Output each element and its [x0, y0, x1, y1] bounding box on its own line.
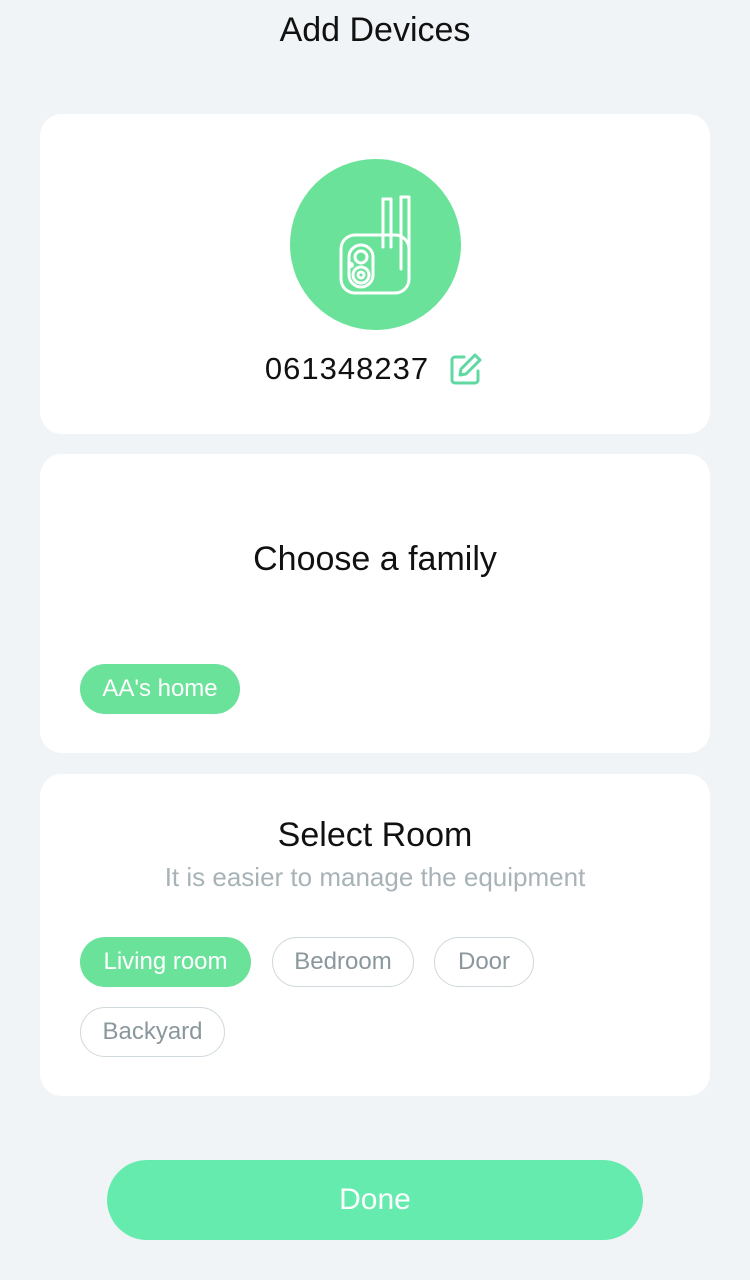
- room-chip-door[interactable]: Door: [434, 937, 534, 987]
- page-title: Add Devices: [279, 11, 471, 49]
- done-button[interactable]: Done: [107, 1160, 643, 1240]
- family-card: Choose a family AA's home: [40, 454, 710, 753]
- room-chip-backyard[interactable]: Backyard: [80, 1007, 225, 1057]
- room-card: Select Room It is easier to manage the e…: [40, 774, 710, 1096]
- device-id: 061348237: [264, 351, 430, 386]
- family-section-title: Choose a family: [253, 540, 497, 578]
- device-card: 061348237: [40, 114, 710, 434]
- edit-device-name-button[interactable]: [447, 350, 485, 388]
- device-id-row: 061348237: [40, 350, 710, 388]
- room-section-title: Select Room: [277, 816, 473, 854]
- device-avatar: [290, 159, 461, 330]
- camera-icon: [339, 195, 410, 294]
- room-chip-living-room[interactable]: Living room: [80, 937, 251, 987]
- room-chip-bedroom[interactable]: Bedroom: [272, 937, 414, 987]
- add-devices-screen: Add Devices 061348237 Choose a family AA…: [0, 0, 750, 1280]
- edit-icon: [450, 353, 482, 385]
- family-chip-aas-home[interactable]: AA's home: [80, 664, 240, 714]
- room-section-subtitle: It is easier to manage the equipment: [164, 862, 586, 892]
